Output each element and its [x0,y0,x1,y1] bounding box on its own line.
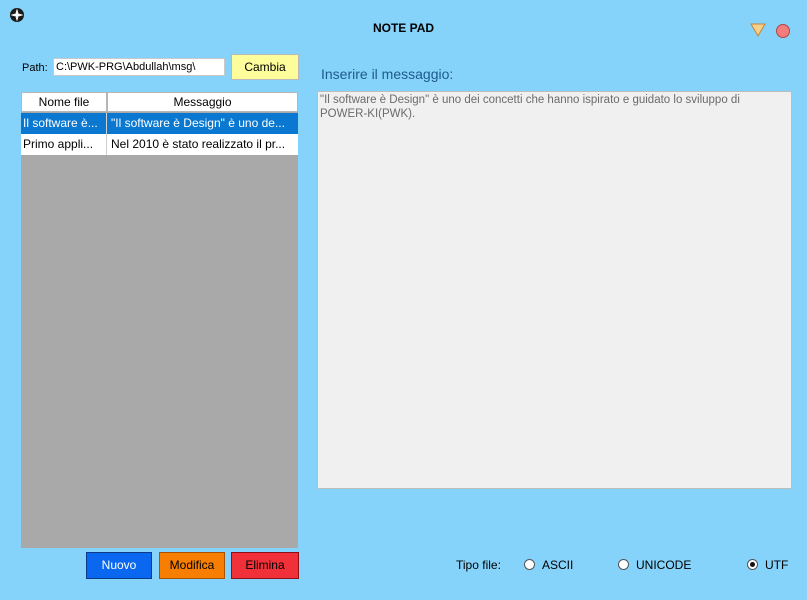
radio-circle-icon [524,559,535,570]
cambia-button[interactable]: Cambia [231,54,299,80]
close-icon[interactable] [775,23,791,39]
table-row[interactable]: Il software è... "Il software è Design" … [21,113,298,134]
cell-file-name: Il software è... [21,113,107,134]
radio-label: UNICODE [636,558,692,572]
column-header-nome-file[interactable]: Nome file [21,92,107,112]
path-input[interactable]: C:\PWK-PRG\Abdullah\msg\ [53,58,225,76]
triangle-down-icon[interactable] [750,22,766,38]
radio-label: ASCII [542,558,574,572]
radio-selected-icon [747,559,758,570]
table-row[interactable]: Primo appli... Nel 2010 è stato realizza… [21,134,298,155]
window-title: NOTE PAD [372,21,435,35]
radio-label: UTF [765,558,789,572]
path-label: Path: [22,62,48,74]
message-textarea[interactable]: "Il software è Design" è uno dei concett… [317,91,792,489]
cell-message: Nel 2010 è stato realizzato il pr... [111,137,286,151]
cell-file-name: Primo appli... [21,134,107,155]
cell-message: "Il software è Design" è uno de... [111,116,285,130]
column-header-messaggio[interactable]: Messaggio [107,92,298,112]
file-type-label: Tipo file: [456,558,501,572]
message-label: Inserire il messaggio: [321,66,454,82]
edit-button[interactable]: Modifica [159,552,225,579]
radio-circle-icon [618,559,629,570]
file-table[interactable]: Nome file Messaggio Il software è... "Il… [21,92,298,548]
delete-button[interactable]: Elimina [231,552,299,579]
new-button[interactable]: Nuovo [86,552,152,579]
